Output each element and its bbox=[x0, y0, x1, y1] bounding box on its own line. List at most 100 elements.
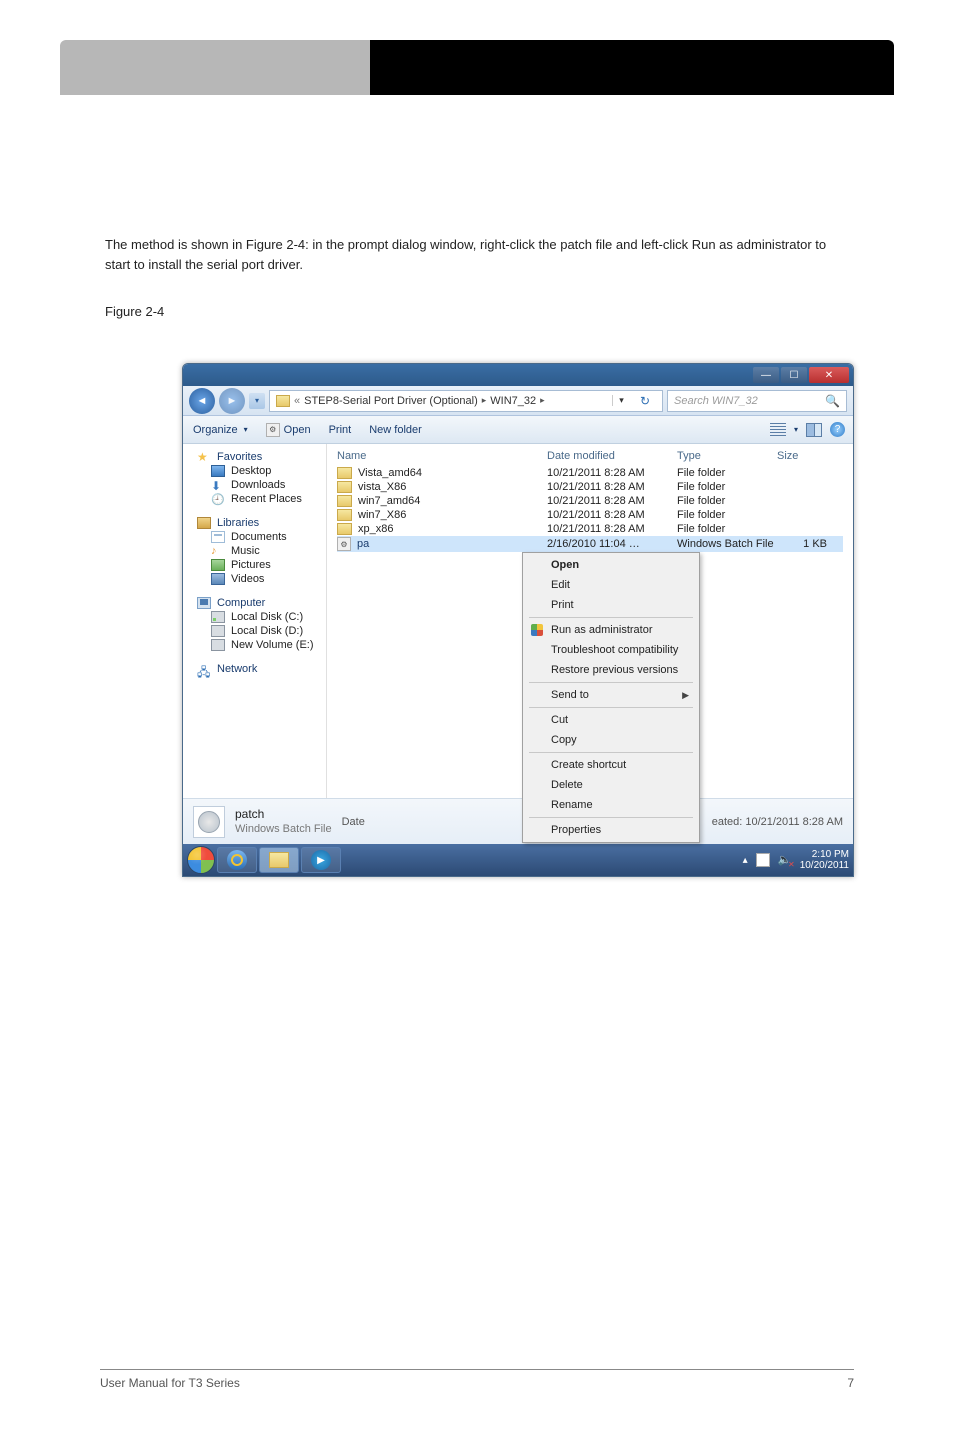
file-row[interactable]: Vista_amd6410/21/2011 8:28 AMFile folder bbox=[337, 466, 843, 480]
volume-icon[interactable]: 🔈 bbox=[778, 853, 792, 867]
col-size[interactable]: Size bbox=[777, 450, 843, 462]
address-bar: ◄ ► ▾ « STEP8-Serial Port Driver (Option… bbox=[183, 386, 853, 416]
search-placeholder: Search WIN7_32 bbox=[674, 395, 758, 407]
col-type[interactable]: Type bbox=[677, 450, 777, 462]
body-paragraph: The method is shown in Figure 2-4: in th… bbox=[105, 235, 849, 274]
nav-music[interactable]: ♪Music bbox=[183, 544, 326, 558]
menu-item-label: Troubleshoot compatibility bbox=[551, 644, 678, 656]
organize-menu[interactable]: Organize bbox=[193, 424, 248, 436]
folder-icon bbox=[337, 481, 352, 493]
header-left-box bbox=[60, 40, 370, 95]
action-center-icon[interactable] bbox=[756, 853, 770, 867]
menu-separator bbox=[529, 682, 693, 683]
context-menu-item[interactable]: Properties bbox=[525, 820, 697, 840]
libraries-icon bbox=[197, 517, 211, 529]
context-menu-item[interactable]: Edit bbox=[525, 575, 697, 595]
footer-right: 7 bbox=[847, 1376, 854, 1390]
help-icon[interactable]: ? bbox=[830, 422, 845, 437]
maximize-button[interactable]: ☐ bbox=[781, 367, 807, 383]
context-menu-item[interactable]: Create shortcut bbox=[525, 755, 697, 775]
drive-icon bbox=[211, 611, 225, 623]
refresh-button[interactable]: ↻ bbox=[634, 394, 656, 408]
menu-item-label: Restore previous versions bbox=[551, 664, 678, 676]
taskbar-ie[interactable] bbox=[217, 847, 257, 873]
navigation-pane: ★Favorites Desktop ⬇Downloads 🕘Recent Pl… bbox=[183, 444, 327, 798]
nav-dropdown[interactable]: ▾ bbox=[249, 393, 265, 409]
context-menu: Open EditPrint Run as administrator Trouble… bbox=[522, 552, 700, 843]
col-name[interactable]: Name bbox=[337, 450, 547, 462]
taskbar-explorer[interactable] bbox=[259, 847, 299, 873]
nav-documents[interactable]: Documents bbox=[183, 530, 326, 544]
file-row[interactable]: win7_amd6410/21/2011 8:28 AMFile folder bbox=[337, 494, 843, 508]
nav-computer[interactable]: Computer bbox=[183, 596, 326, 610]
address-dropdown[interactable]: ▾ bbox=[612, 395, 630, 406]
print-button[interactable]: Print bbox=[329, 424, 352, 436]
file-name: pa bbox=[357, 538, 369, 550]
new-folder-button[interactable]: New folder bbox=[369, 424, 422, 436]
breadcrumb-seg2[interactable]: WIN7_32 bbox=[490, 395, 536, 407]
nav-drive-d[interactable]: Local Disk (D:) bbox=[183, 624, 326, 638]
context-menu-item[interactable]: Rename bbox=[525, 795, 697, 815]
star-icon: ★ bbox=[197, 451, 211, 463]
nav-desktop[interactable]: Desktop bbox=[183, 464, 326, 478]
breadcrumb-seg1[interactable]: STEP8-Serial Port Driver (Optional) bbox=[304, 395, 478, 407]
file-row[interactable]: ⚙pa2/16/2010 11:04 …Windows Batch File1 … bbox=[337, 536, 843, 552]
context-menu-item[interactable]: Restore previous versions bbox=[525, 660, 697, 680]
col-date[interactable]: Date modified bbox=[547, 450, 677, 462]
taskbar-wmp[interactable]: ▶ bbox=[301, 847, 341, 873]
file-row[interactable]: win7_X8610/21/2011 8:28 AMFile folder bbox=[337, 508, 843, 522]
context-menu-item[interactable]: Copy bbox=[525, 730, 697, 750]
chevron-down-icon[interactable]: ▾ bbox=[794, 425, 798, 434]
nav-libraries[interactable]: Libraries bbox=[183, 516, 326, 530]
context-menu-item[interactable]: Delete bbox=[525, 775, 697, 795]
file-name: vista_X86 bbox=[358, 481, 406, 493]
view-options-icon[interactable] bbox=[770, 423, 786, 437]
file-date: 10/21/2011 8:28 AM bbox=[547, 467, 677, 479]
file-row[interactable]: xp_x8610/21/2011 8:28 AMFile folder bbox=[337, 522, 843, 536]
context-menu-item[interactable]: Print bbox=[525, 595, 697, 615]
file-row[interactable]: vista_X8610/21/2011 8:28 AMFile folder bbox=[337, 480, 843, 494]
menu-item-label: Properties bbox=[551, 824, 601, 836]
menu-separator bbox=[529, 817, 693, 818]
menu-item-label: Delete bbox=[551, 779, 583, 791]
nav-videos[interactable]: Videos bbox=[183, 572, 326, 586]
open-button[interactable]: ⚙Open bbox=[266, 423, 311, 437]
context-menu-item[interactable]: Send to▶ bbox=[525, 685, 697, 705]
file-date: 10/21/2011 8:28 AM bbox=[547, 481, 677, 493]
folder-icon bbox=[269, 852, 289, 868]
videos-icon bbox=[211, 573, 225, 585]
drive-icon bbox=[211, 625, 225, 637]
context-menu-item[interactable]: Troubleshoot compatibility bbox=[525, 640, 697, 660]
context-menu-item[interactable]: Cut bbox=[525, 710, 697, 730]
nav-drive-c[interactable]: Local Disk (C:) bbox=[183, 610, 326, 624]
nav-recent[interactable]: 🕘Recent Places bbox=[183, 492, 326, 506]
taskbar-clock[interactable]: 2:10 PM10/20/2011 bbox=[800, 849, 849, 871]
folder-icon bbox=[276, 395, 290, 407]
network-icon: 🖧 bbox=[197, 663, 211, 675]
context-menu-item[interactable]: Open bbox=[525, 555, 697, 575]
music-icon: ♪ bbox=[211, 545, 225, 557]
nav-network[interactable]: 🖧Network bbox=[183, 662, 326, 676]
close-button[interactable]: ✕ bbox=[809, 367, 849, 383]
menu-item-label: Open bbox=[551, 559, 579, 571]
file-date: 10/21/2011 8:28 AM bbox=[547, 509, 677, 521]
breadcrumb[interactable]: « STEP8-Serial Port Driver (Optional) ▸ … bbox=[269, 390, 663, 412]
back-button[interactable]: ◄ bbox=[189, 388, 215, 414]
minimize-button[interactable]: — bbox=[753, 367, 779, 383]
preview-pane-icon[interactable] bbox=[806, 423, 822, 437]
nav-favorites[interactable]: ★Favorites bbox=[183, 450, 326, 464]
search-input[interactable]: Search WIN7_32 🔍 bbox=[667, 390, 847, 412]
shield-icon bbox=[529, 622, 545, 638]
tray-show-hidden-icon[interactable]: ▴ bbox=[743, 855, 748, 866]
menu-item-label: Cut bbox=[551, 714, 568, 726]
nav-drive-e[interactable]: New Volume (E:) bbox=[183, 638, 326, 652]
forward-button[interactable]: ► bbox=[219, 388, 245, 414]
nav-pictures[interactable]: Pictures bbox=[183, 558, 326, 572]
nav-downloads[interactable]: ⬇Downloads bbox=[183, 478, 326, 492]
details-icon bbox=[193, 806, 225, 838]
column-headers[interactable]: Name Date modified Type Size bbox=[327, 444, 853, 466]
context-menu-item[interactable]: Run as administrator bbox=[525, 620, 697, 640]
menu-item-label: Rename bbox=[551, 799, 593, 811]
start-button[interactable] bbox=[187, 846, 215, 874]
explorer-window: — ☐ ✕ ◄ ► ▾ « STEP8-Serial Port Driver (… bbox=[182, 363, 854, 877]
